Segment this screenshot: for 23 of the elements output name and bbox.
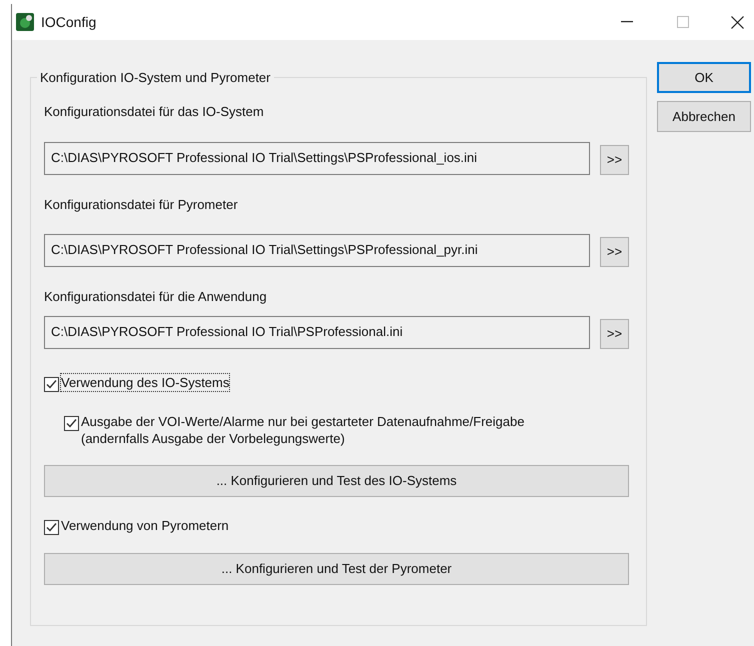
path-field[interactable]: C:\DIAS\PYROSOFT Professional IO Trial\Settings\PSProfessional_pyr.ini — [44, 234, 590, 267]
minimize-icon[interactable] — [621, 21, 633, 23]
configure-button[interactable]: ... Konfigurieren und Test der Pyrometer — [44, 552, 629, 584]
checkbox-label: Verwendung des IO-Systems — [61, 374, 230, 390]
dialog-button[interactable]: OK — [657, 62, 751, 93]
dialog-button[interactable]: Abbrechen — [657, 101, 751, 132]
close-icon[interactable] — [731, 16, 744, 28]
browse-button[interactable]: >> — [600, 237, 629, 267]
configure-button[interactable]: ... Konfigurieren und Test des IO-Systems — [44, 464, 629, 496]
browse-button[interactable]: >> — [600, 318, 629, 348]
app-icon — [16, 13, 34, 31]
field-label: Konfigurationsdatei für Pyrometer — [44, 196, 239, 214]
path-field[interactable]: C:\DIAS\PYROSOFT Professional IO Trial\Settings\PSProfessional_ios.ini — [44, 142, 590, 174]
field-label: Konfigurationsdatei für die Anwendung — [44, 288, 268, 306]
checkbox-label: Verwendung von Pyrometern — [61, 516, 229, 534]
field-label: Konfigurationsdatei für das IO-System — [44, 103, 265, 121]
checkbox[interactable] — [44, 520, 59, 534]
path-field[interactable]: C:\DIAS\PYROSOFT Professional IO Trial\PSProfessional.ini — [44, 316, 590, 348]
window-title: IOConfig — [41, 12, 96, 32]
checkbox[interactable] — [44, 376, 59, 392]
checkbox[interactable] — [64, 416, 79, 430]
browse-button[interactable]: >> — [600, 144, 629, 174]
checkbox-label: Ausgabe der VOI-Werte/Alarme nur bei gestarteter Datenaufnahme/Freigabe (andernfalls Ausgabe der Vorbelegungswerte) — [81, 412, 524, 446]
